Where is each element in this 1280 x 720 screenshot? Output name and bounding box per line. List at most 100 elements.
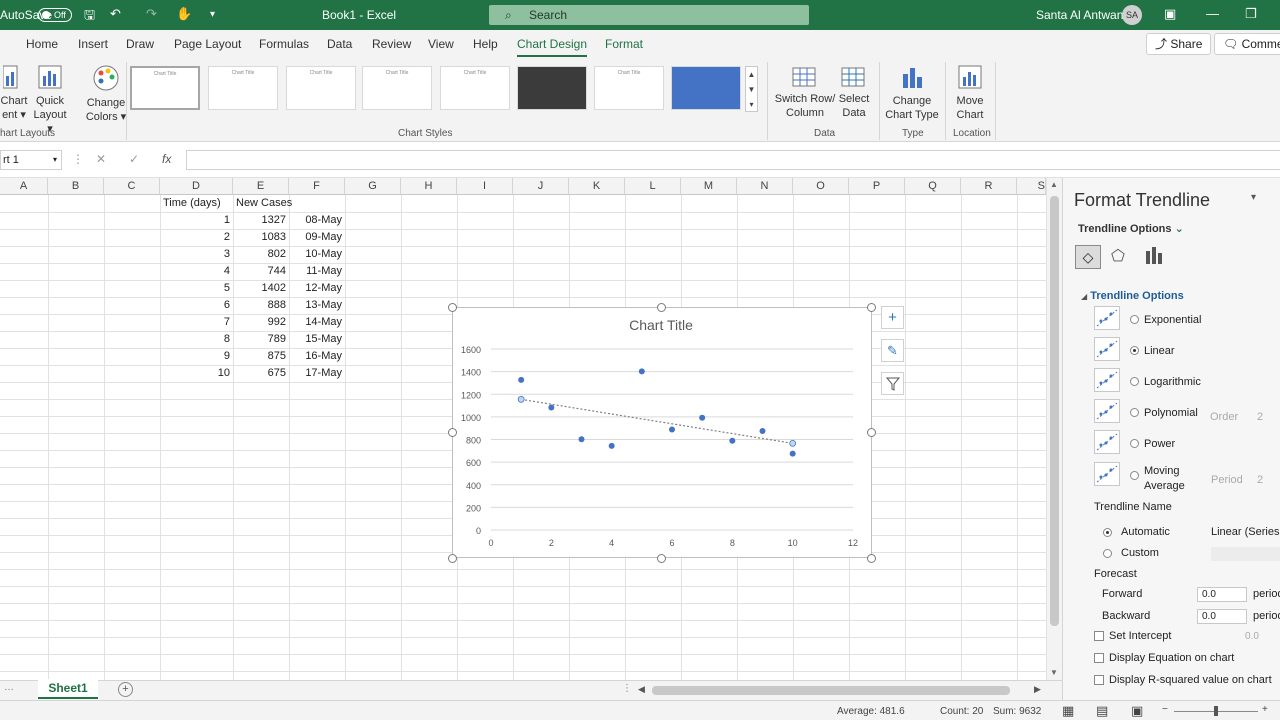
cell-date[interactable]: 14-May: [289, 314, 342, 330]
change-colors-button[interactable]: Change Colors ▾: [84, 64, 128, 124]
tab-data[interactable]: Data: [327, 37, 352, 51]
cell-cases[interactable]: 992: [233, 314, 286, 330]
tab-formulas[interactable]: Formulas: [259, 37, 309, 51]
cell-day[interactable]: 2: [160, 229, 230, 245]
scroll-down-icon[interactable]: ▼: [1050, 668, 1058, 677]
autosave-toggle[interactable]: Off: [38, 8, 72, 22]
backward-input[interactable]: 0.0: [1197, 609, 1247, 624]
quick-layout-button[interactable]: Quick Layout ▾: [30, 64, 70, 136]
tab-draw[interactable]: Draw: [126, 37, 154, 51]
trendline-options-icon[interactable]: [1145, 245, 1165, 268]
ribbon-display-icon[interactable]: ▣: [1164, 6, 1176, 22]
data-point[interactable]: [578, 436, 585, 443]
cell-cases[interactable]: 789: [233, 331, 286, 347]
column-header-q[interactable]: Q: [905, 178, 961, 195]
tab-home[interactable]: Home: [26, 37, 58, 51]
cell-day[interactable]: 7: [160, 314, 230, 330]
cell-cases[interactable]: 875: [233, 348, 286, 364]
trendline-type-icon[interactable]: [1094, 368, 1120, 392]
cell-date[interactable]: 09-May: [289, 229, 342, 245]
scroll-right-icon[interactable]: ▶: [1034, 684, 1041, 695]
resize-handle-top[interactable]: [657, 303, 666, 312]
trendline-type-label[interactable]: Logarithmic: [1144, 376, 1201, 388]
chart-style-8[interactable]: [671, 66, 741, 110]
enter-icon[interactable]: ✓: [129, 152, 139, 166]
automatic-label[interactable]: Automatic: [1121, 526, 1170, 538]
cell-cases[interactable]: 1083: [233, 229, 286, 245]
cell-day[interactable]: 8: [160, 331, 230, 347]
user-name[interactable]: Santa Al Antwan: [1036, 8, 1123, 22]
data-point[interactable]: [518, 376, 525, 383]
display-equation-checkbox[interactable]: [1094, 653, 1104, 663]
column-header-n[interactable]: N: [737, 178, 793, 195]
trendline-type-label[interactable]: Moving: [1144, 465, 1179, 477]
display-equation-label[interactable]: Display Equation on chart: [1109, 652, 1234, 664]
cell-cases[interactable]: 675: [233, 365, 286, 381]
column-header-b[interactable]: B: [48, 178, 104, 195]
data-point[interactable]: [729, 437, 736, 444]
trendline-end-handle[interactable]: [517, 395, 525, 403]
select-data-button[interactable]: Select Data: [836, 64, 872, 120]
data-point[interactable]: [548, 404, 555, 411]
series-points[interactable]: [518, 368, 796, 457]
trendline-type-radio[interactable]: [1130, 408, 1139, 417]
forward-input[interactable]: 0.0: [1197, 587, 1247, 602]
cell-cases[interactable]: 888: [233, 297, 286, 313]
chart-style-6[interactable]: [517, 66, 587, 110]
custom-radio[interactable]: [1103, 549, 1112, 558]
trendline-type-label[interactable]: Polynomial: [1144, 407, 1198, 419]
restore-icon[interactable]: ❐: [1245, 6, 1257, 22]
data-point[interactable]: [669, 426, 675, 433]
cell-date[interactable]: 10-May: [289, 246, 342, 262]
column-header-p[interactable]: P: [849, 178, 905, 195]
vertical-scroll-thumb[interactable]: [1050, 196, 1059, 626]
cell-day[interactable]: 9: [160, 348, 230, 364]
resize-handle-bottom[interactable]: [657, 554, 666, 563]
page-layout-view-icon[interactable]: ▤: [1096, 703, 1108, 719]
name-box[interactable]: rt 1 ▾: [0, 150, 62, 170]
trendline-type-icon[interactable]: [1094, 399, 1120, 423]
tab-review[interactable]: Review: [372, 37, 411, 51]
column-header-h[interactable]: H: [401, 178, 457, 195]
cell-e1[interactable]: New Cases: [236, 195, 306, 211]
page-break-view-icon[interactable]: ▣: [1131, 703, 1143, 719]
cell-day[interactable]: 4: [160, 263, 230, 279]
cell-day[interactable]: 6: [160, 297, 230, 313]
column-header-a[interactable]: A: [0, 178, 48, 195]
display-r-squared-label[interactable]: Display R-squared value on chart: [1109, 674, 1272, 686]
change-chart-type-button[interactable]: Change Chart Type: [884, 64, 940, 122]
chart-area[interactable]: Chart Title 0 200 400 600 800 1000 1200 1400 160…: [452, 307, 872, 558]
tab-insert[interactable]: Insert: [78, 37, 108, 51]
scroll-left-icon[interactable]: ◀: [638, 684, 645, 695]
cell-date[interactable]: 17-May: [289, 365, 342, 381]
sheet-tab-sheet1[interactable]: Sheet1: [38, 679, 98, 699]
set-intercept-label[interactable]: Set Intercept: [1109, 630, 1171, 642]
comments-button[interactable]: 🗨 Commen: [1214, 33, 1280, 55]
trendline-type-icon[interactable]: [1094, 462, 1120, 486]
tab-split-icon[interactable]: ⋮: [622, 683, 632, 694]
chart-title[interactable]: Chart Title: [629, 317, 693, 333]
trendline-type-icon[interactable]: [1094, 306, 1120, 330]
touch-mode-icon[interactable]: ✋: [176, 6, 192, 22]
chart-style-1[interactable]: Chart Title: [130, 66, 200, 110]
data-point[interactable]: [638, 368, 645, 375]
customize-qat-icon[interactable]: ▾: [210, 9, 215, 20]
column-header-m[interactable]: M: [681, 178, 737, 195]
undo-icon[interactable]: ↶: [110, 6, 121, 22]
column-header-l[interactable]: L: [625, 178, 681, 195]
avatar[interactable]: SA: [1122, 5, 1142, 25]
sheet-nav-icon[interactable]: …: [4, 682, 14, 693]
data-point[interactable]: [789, 450, 796, 457]
trendline-type-radio[interactable]: [1130, 377, 1139, 386]
search-input[interactable]: ⌕ Search: [489, 5, 809, 25]
trendline-type-label[interactable]: Power: [1144, 438, 1175, 450]
chart-styles-brush-icon[interactable]: ✎: [881, 339, 904, 362]
chart-style-5[interactable]: Chart Title: [440, 66, 510, 110]
normal-view-icon[interactable]: ▦: [1062, 703, 1074, 719]
column-header-g[interactable]: G: [345, 178, 401, 195]
column-header-o[interactable]: O: [793, 178, 849, 195]
tab-chart-design[interactable]: Chart Design: [517, 37, 588, 57]
cell-date[interactable]: 11-May: [289, 263, 342, 279]
resize-handle-left[interactable]: [448, 428, 457, 437]
cell-cases[interactable]: 1402: [233, 280, 286, 296]
